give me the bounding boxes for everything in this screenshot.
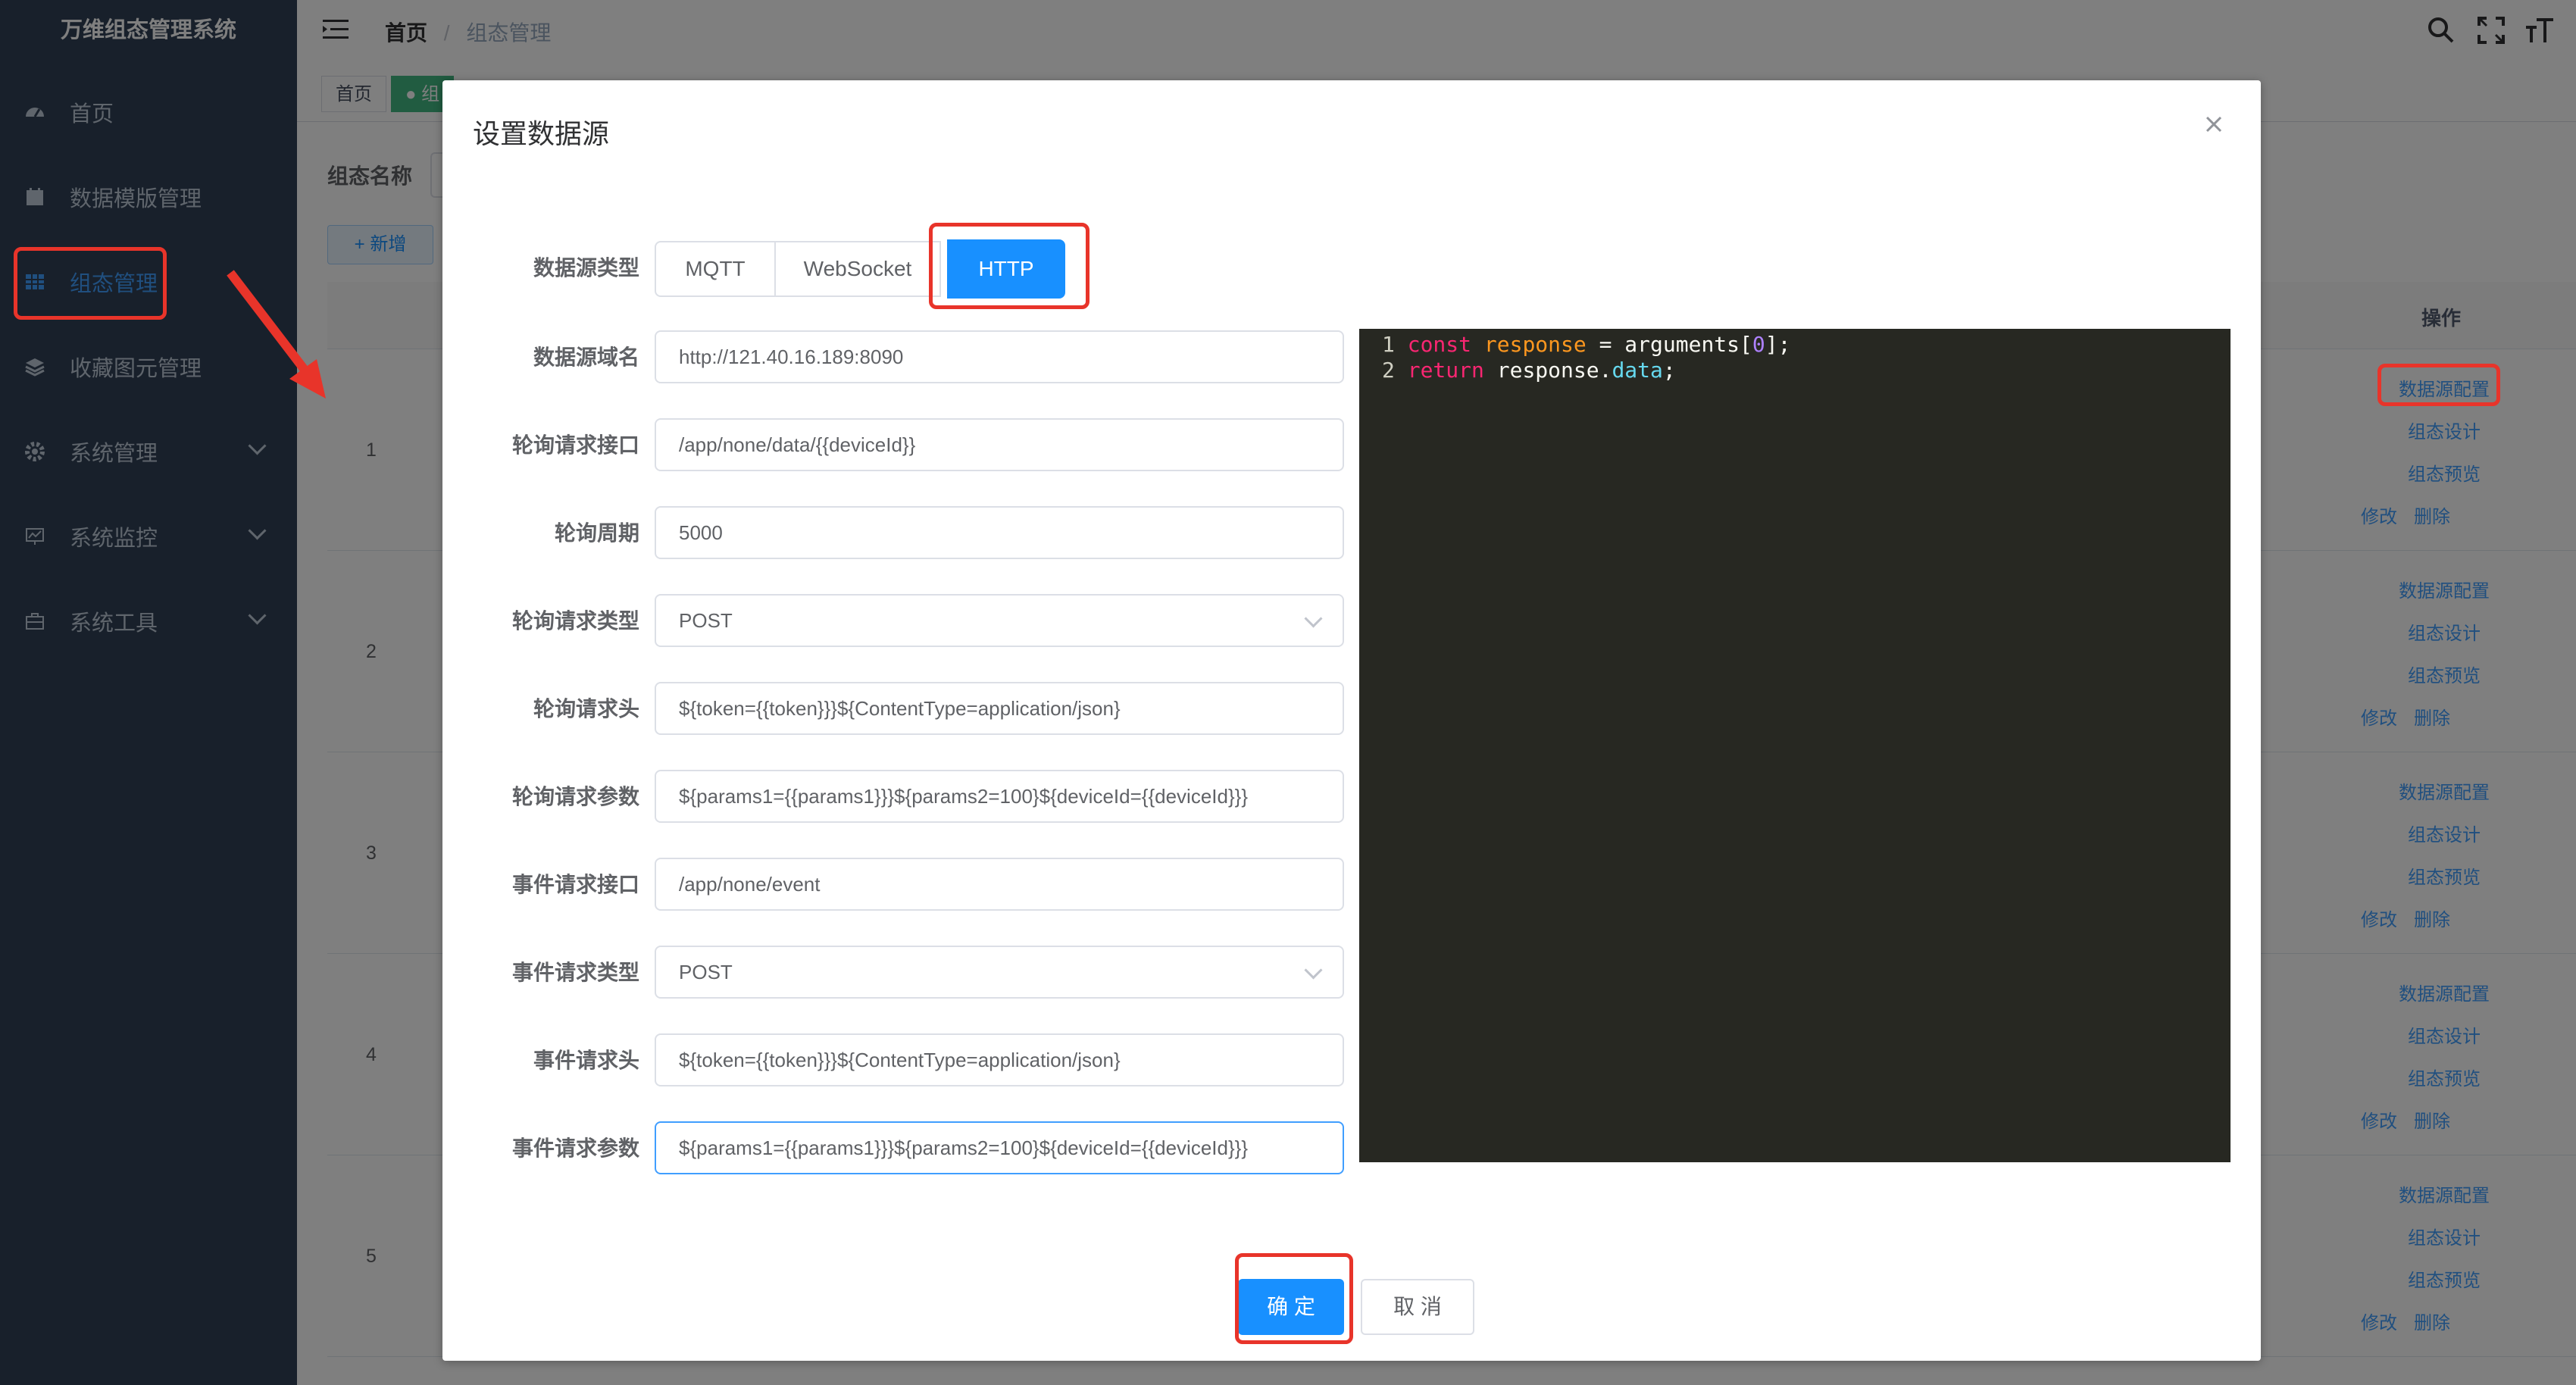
code-text: ]; xyxy=(1765,332,1791,357)
annotation-highlight-box xyxy=(14,247,167,320)
datasource-dialog: 设置数据源 数据源类型 MQTT WebSocket HTTP 数据源域名 ht… xyxy=(442,80,2261,1361)
annotation-highlight-box xyxy=(2377,364,2500,406)
code-property: data xyxy=(1612,358,1663,383)
field-label: 事件请求类型 xyxy=(511,961,639,984)
code-text: ; xyxy=(1662,358,1676,383)
field-label: 事件请求接口 xyxy=(511,873,639,896)
event-params-input[interactable]: ${params1={{params1}}}${params2=100}${de… xyxy=(655,1121,1344,1174)
code-editor[interactable]: 1 const response = arguments[0]; 2 retur… xyxy=(1359,329,2231,1162)
type-option-websocket[interactable]: WebSocket xyxy=(774,241,941,297)
field-label: 轮询请求参数 xyxy=(511,785,639,808)
field-label: 事件请求参数 xyxy=(511,1136,639,1160)
code-line: 1 const response = arguments[0]; xyxy=(1382,332,1790,358)
field-label: 轮询请求类型 xyxy=(511,609,639,633)
domain-input[interactable]: http://121.40.16.189:8090 xyxy=(655,330,1344,383)
field-label: 轮询请求头 xyxy=(533,697,639,721)
event-headers-input[interactable]: ${token={{token}}}${ContentType=applicat… xyxy=(655,1033,1344,1086)
line-number: 2 xyxy=(1382,358,1395,383)
event-method-select[interactable]: POST xyxy=(655,946,1344,999)
code-line: 2 return response.data; xyxy=(1382,358,1676,383)
field-label: 数据源域名 xyxy=(533,345,639,369)
code-variable: response xyxy=(1483,332,1587,357)
code-text: response. xyxy=(1483,358,1612,383)
code-number: 0 xyxy=(1752,332,1765,357)
line-number: 1 xyxy=(1382,332,1395,357)
code-text: = arguments[ xyxy=(1586,332,1752,357)
close-icon[interactable] xyxy=(2200,111,2227,138)
field-label: 轮询周期 xyxy=(554,521,639,545)
poll-headers-input[interactable]: ${token={{token}}}${ContentType=applicat… xyxy=(655,682,1344,735)
poll-params-input[interactable]: ${params1={{params1}}}${params2=100}${de… xyxy=(655,770,1344,823)
annotation-arrow xyxy=(227,270,326,399)
cancel-button[interactable]: 取 消 xyxy=(1361,1279,1474,1335)
poll-period-input[interactable]: 5000 xyxy=(655,506,1344,559)
code-keyword: return xyxy=(1407,358,1484,383)
chevron-down-icon xyxy=(1304,961,1323,980)
poll-method-select[interactable]: POST xyxy=(655,594,1344,647)
event-method-value: POST xyxy=(679,961,733,983)
field-label: 事件请求头 xyxy=(533,1049,639,1072)
annotation-highlight-box xyxy=(929,223,1089,309)
type-label: 数据源类型 xyxy=(533,256,639,280)
code-keyword: const xyxy=(1407,332,1472,357)
poll-method-value: POST xyxy=(679,609,733,632)
event-api-input[interactable]: /app/none/event xyxy=(655,858,1344,911)
type-option-mqtt[interactable]: MQTT xyxy=(655,241,776,297)
poll-api-input[interactable]: /app/none/data/{{deviceId}} xyxy=(655,418,1344,471)
field-label: 轮询请求接口 xyxy=(511,433,639,457)
dialog-title: 设置数据源 xyxy=(473,118,610,149)
chevron-down-icon xyxy=(1304,609,1323,628)
annotation-highlight-box xyxy=(1235,1253,1353,1344)
